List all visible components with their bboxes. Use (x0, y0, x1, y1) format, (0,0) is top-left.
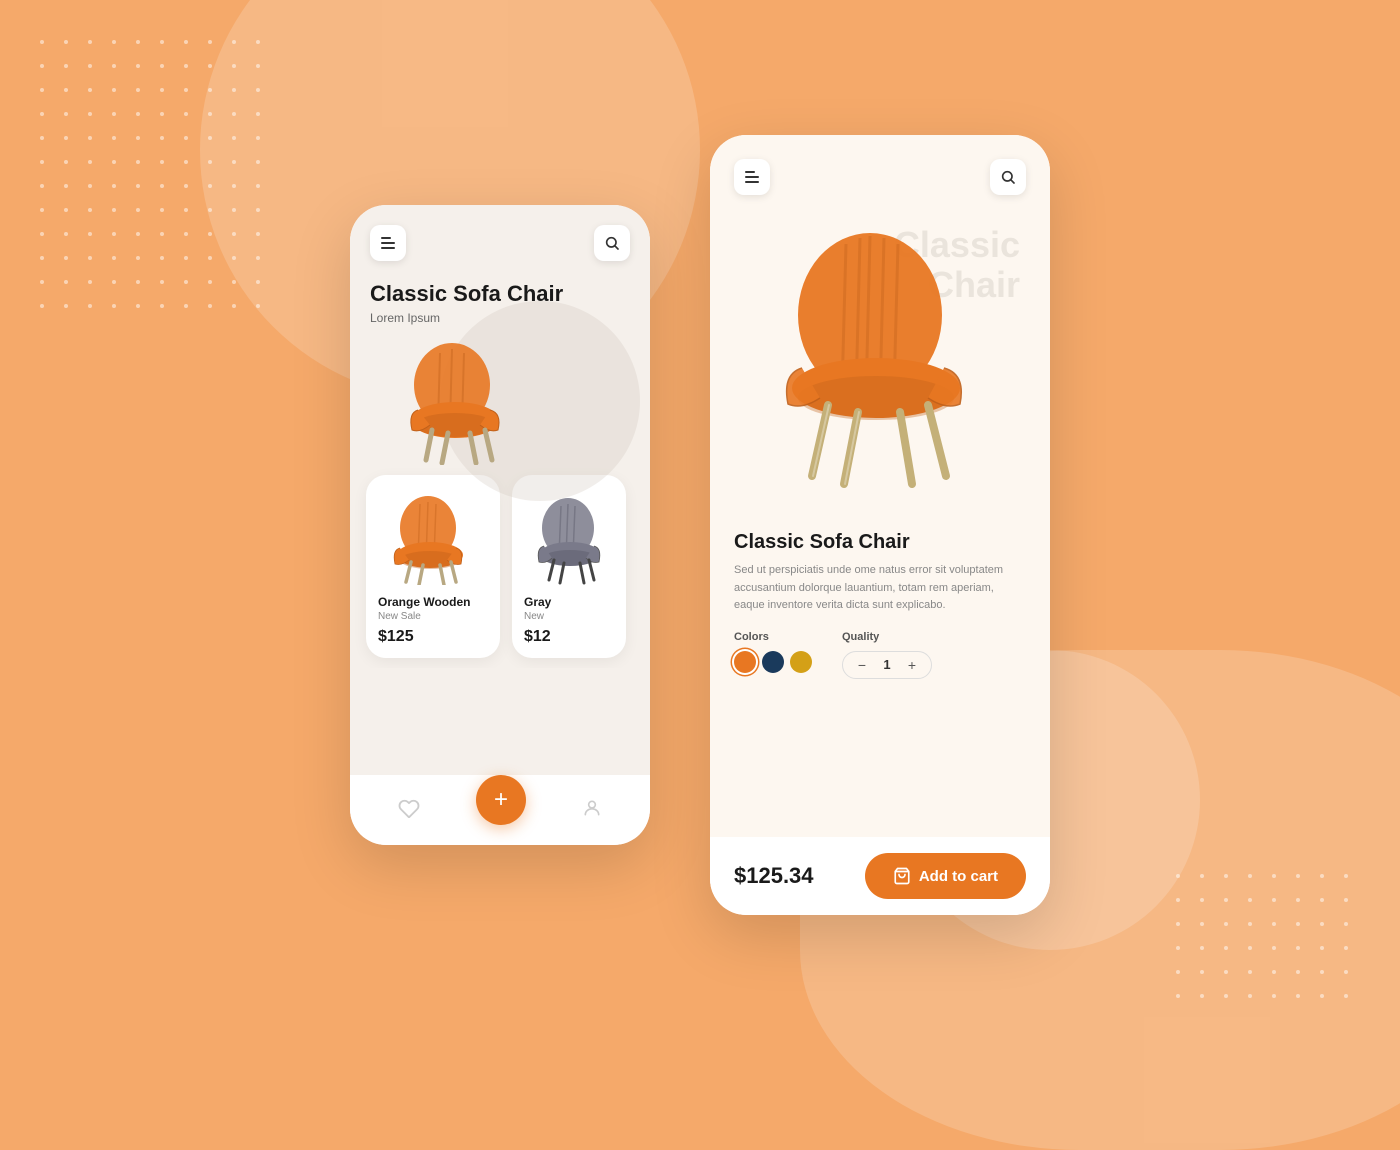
hero-title: Classic Sofa Chair (370, 281, 630, 307)
search-button[interactable] (594, 225, 630, 261)
options-row: Colors Quality − 1 + (734, 631, 1026, 679)
orange-chair-card-svg (378, 490, 488, 585)
heart-nav-icon[interactable] (398, 798, 420, 823)
detail-product-info: Classic Sofa Chair Sed ut perspiciatis u… (710, 515, 1050, 715)
phone1-header (350, 205, 650, 271)
card-img-orange (378, 487, 488, 587)
orange-chair-hero-svg (390, 335, 530, 465)
phone-detail-view: Classic Chair (710, 135, 1050, 915)
add-fab-button[interactable]: + (476, 775, 526, 825)
hero-subtitle: Lorem Ipsum (370, 311, 630, 325)
add-to-cart-label: Add to cart (919, 868, 998, 885)
color-swatches (734, 651, 812, 673)
user-nav-icon[interactable] (582, 797, 602, 824)
card-price-orange: $125 (378, 628, 488, 646)
hero-chair-image (370, 335, 630, 465)
card-name-orange: Orange Wooden (378, 595, 488, 609)
quantity-value: 1 (879, 657, 895, 672)
phone2-search-icon (1000, 169, 1016, 185)
quantity-increase-button[interactable]: + (903, 656, 921, 674)
product-price: $125.34 (734, 863, 814, 889)
phone1-hero: Classic Sofa Chair Lorem Ipsum (350, 271, 650, 465)
card-name-gray: Gray (524, 595, 614, 609)
add-to-cart-button[interactable]: Add to cart (865, 853, 1026, 899)
swatch-orange[interactable] (734, 651, 756, 673)
card-price-gray: $12 (524, 628, 614, 646)
dot-grid-right: (function() { const grid = document.quer… (1176, 874, 1360, 1010)
colors-option-group: Colors (734, 631, 812, 673)
quantity-control: − 1 + (842, 651, 932, 679)
colors-label: Colors (734, 631, 812, 643)
phone-list-view: Classic Sofa Chair Lorem Ipsum (350, 205, 650, 845)
phone2-bottom-bar: $125.34 Add to cart (710, 837, 1050, 915)
product-card-orange[interactable]: Orange Wooden New Sale $125 (366, 475, 500, 658)
quality-label: Quality (842, 631, 932, 643)
swatch-navy[interactable] (762, 651, 784, 673)
phone2-header (710, 135, 1050, 205)
phone2-hamburger-icon (745, 171, 759, 183)
quantity-decrease-button[interactable]: − (853, 656, 871, 674)
gray-chair-card-svg (524, 490, 614, 585)
detail-chair-svg (750, 220, 1010, 500)
search-icon (604, 235, 620, 251)
cart-icon (893, 867, 911, 885)
quality-option-group: Quality − 1 + (842, 631, 932, 679)
swatch-yellow[interactable] (790, 651, 812, 673)
detail-description: Sed ut perspiciatis unde ome natus error… (734, 562, 1026, 615)
product-card-gray[interactable]: Gray New $12 (512, 475, 626, 658)
phone2-menu-button[interactable] (734, 159, 770, 195)
menu-button[interactable] (370, 225, 406, 261)
phone2-search-button[interactable] (990, 159, 1026, 195)
card-tag-gray: New (524, 611, 614, 622)
phones-container: Classic Sofa Chair Lorem Ipsum (350, 135, 1050, 915)
hamburger-icon (381, 237, 395, 249)
detail-product-name: Classic Sofa Chair (734, 531, 1026, 554)
dot-grid-left: (function() { const grid = document.quer… (40, 40, 272, 320)
detail-image-area: Classic Chair (710, 205, 1050, 515)
card-tag-orange: New Sale (378, 611, 488, 622)
product-cards-row: Orange Wooden New Sale $125 (350, 465, 650, 668)
phone1-bottom-nav: + (350, 775, 650, 845)
card-img-gray (524, 487, 614, 587)
